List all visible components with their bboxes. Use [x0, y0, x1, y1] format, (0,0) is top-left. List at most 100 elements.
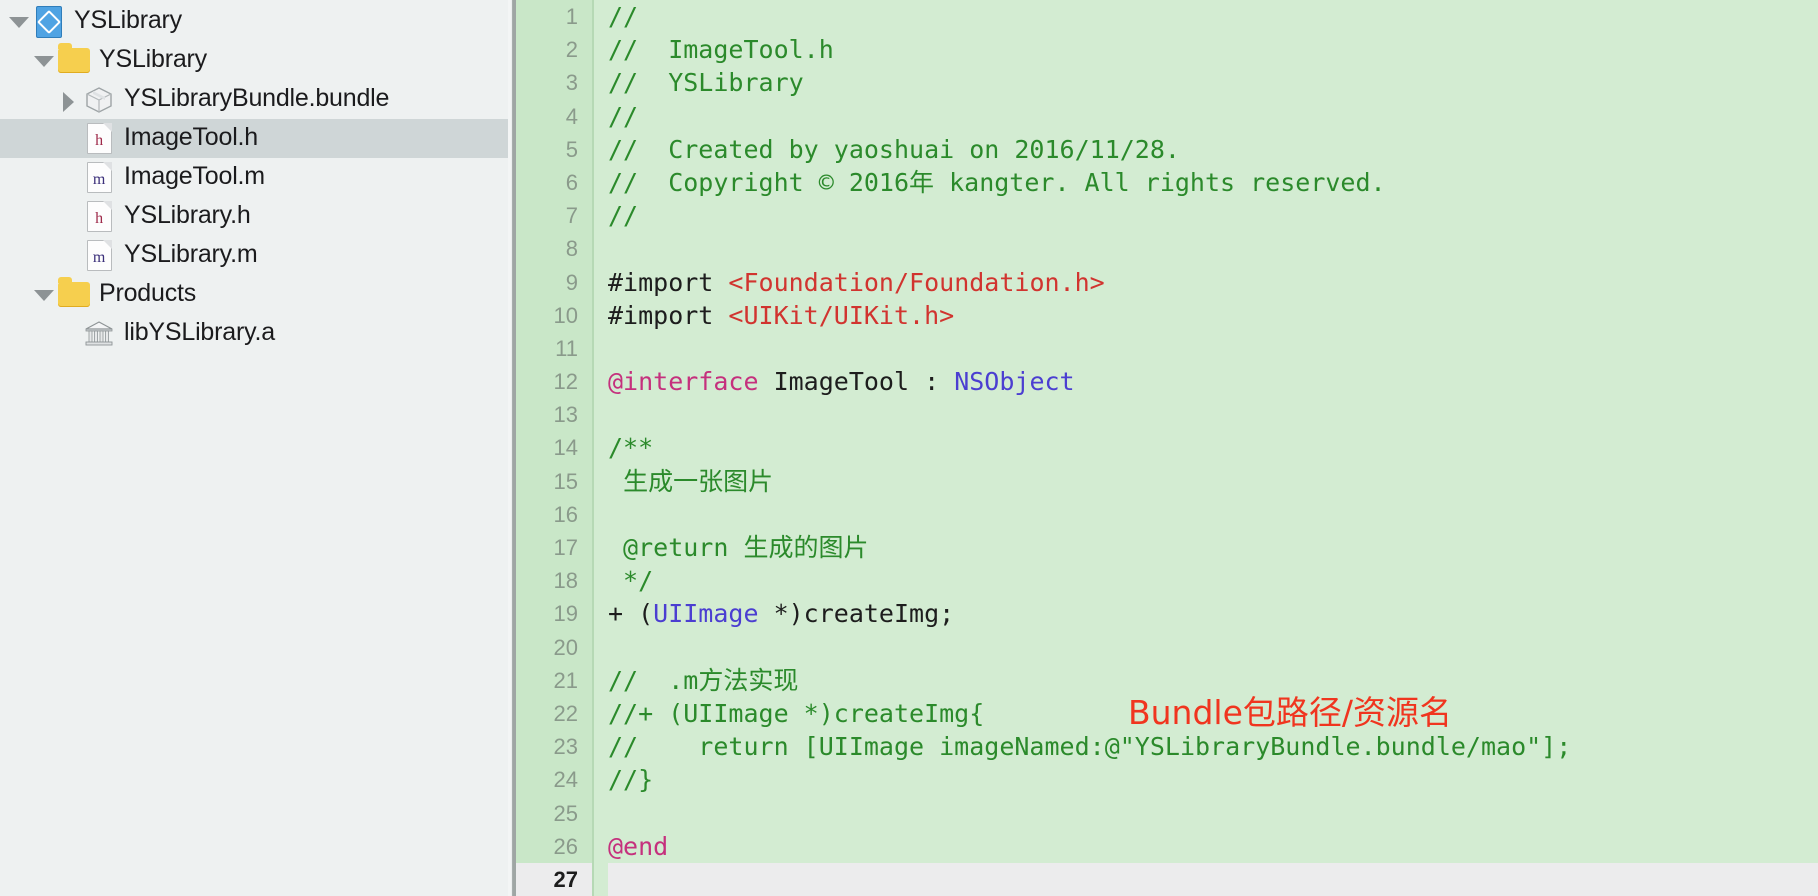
line-number: 22: [553, 700, 578, 726]
navigator-item-imagetool-h[interactable]: h ImageTool.h: [0, 119, 508, 158]
code-line[interactable]: // YSLibrary: [608, 66, 1818, 99]
bundle-icon: [82, 83, 116, 117]
navigator-item-label: ImageTool.h: [124, 123, 258, 151]
code-line[interactable]: // Copyright © 2016年 kangter. All rights…: [608, 166, 1818, 199]
code-line[interactable]: // Created by yaoshuai on 2016/11/28.: [608, 133, 1818, 166]
code-token-plain: + (: [608, 599, 654, 629]
navigator-item-yslibrary[interactable]: YSLibrary: [0, 41, 508, 80]
code-line[interactable]: // return [UIImage imageNamed:@"YSLibrar…: [608, 730, 1818, 763]
code-line[interactable]: //: [608, 199, 1818, 232]
line-number: 9: [565, 269, 578, 295]
disclosure-triangle-open-icon[interactable]: [31, 41, 57, 80]
line-number: 13: [553, 402, 578, 428]
file-extension-glyph: h: [95, 209, 103, 227]
line-number: 19: [553, 601, 578, 627]
navigator-item-yslibrary[interactable]: YSLibrary: [0, 2, 508, 41]
line-number: 2: [565, 37, 578, 63]
file-extension-glyph: m: [92, 170, 106, 188]
code-line[interactable]: 生成一张图片: [608, 465, 1818, 498]
code-line[interactable]: /**: [608, 431, 1818, 464]
code-line[interactable]: [608, 797, 1818, 830]
project-navigator[interactable]: YSLibrary YSLibrary YSLibraryBundle.bundle…: [0, 0, 508, 896]
code-line[interactable]: @return 生成的图片: [608, 531, 1818, 564]
code-token-comment: kangter. All rights reserved.: [934, 167, 1386, 197]
disclosure-triangle-open-icon[interactable]: [31, 275, 57, 314]
line-number: 5: [565, 136, 578, 162]
line-number: 15: [553, 468, 578, 494]
line-number: 6: [565, 169, 578, 195]
code-line[interactable]: #import <Foundation/Foundation.h>: [608, 266, 1818, 299]
code-token-comment: //}: [608, 765, 654, 795]
line-number: 17: [553, 535, 578, 560]
code-line[interactable]: [608, 332, 1818, 365]
navigator-item-imagetool-m[interactable]: m ImageTool.m: [0, 158, 508, 197]
line-number: 8: [565, 236, 578, 262]
code-token-comment: //: [608, 101, 639, 131]
file-extension-glyph: m: [92, 248, 106, 266]
code-token-plain: *)createImg;: [758, 599, 955, 629]
code-token-cjk: 生成一张图片: [623, 466, 774, 496]
code-token-plain: ImageTool :: [758, 367, 955, 397]
disclosure-triangle-closed-icon[interactable]: [56, 80, 82, 119]
navigator-item-libyslibrary-a[interactable]: libYSLibrary.a: [0, 314, 508, 353]
code-line[interactable]: // ImageTool.h: [608, 33, 1818, 66]
code-token-pre: #import: [608, 300, 729, 330]
code-line[interactable]: [608, 398, 1818, 431]
source-file-icon: m: [82, 161, 116, 195]
code-area[interactable]: //// ImageTool.h// YSLibrary//// Created…: [594, 0, 1818, 896]
code-line[interactable]: @interface ImageTool : NSObject: [608, 365, 1818, 398]
xcode-window: YSLibrary YSLibrary YSLibraryBundle.bundle…: [0, 0, 1818, 896]
navigator-item-products[interactable]: Products: [0, 275, 508, 314]
code-token-type: UIImage: [653, 599, 759, 629]
code-line[interactable]: [608, 862, 1818, 896]
code-line[interactable]: + (UIImage *)createImg;: [608, 597, 1818, 630]
line-number: 18: [553, 568, 578, 594]
header-file-icon: h: [82, 200, 116, 234]
code-line[interactable]: [608, 631, 1818, 664]
line-number: 11: [555, 335, 578, 361]
code-token-kw: @interface: [608, 367, 759, 397]
folder-icon: [57, 43, 91, 78]
source-file-icon: m: [82, 239, 116, 273]
navigator-item-yslibrarybundle-bundle[interactable]: YSLibraryBundle.bundle: [0, 80, 508, 119]
code-token-comment: // Created by yaoshuai on 2016/11/28.: [608, 134, 1180, 164]
navigator-item-label: YSLibrary.m: [124, 240, 258, 268]
code-token-pre: #import: [608, 267, 729, 297]
code-token-kw: @end: [608, 831, 669, 861]
code-token-comment: // return [UIImage imageNamed:@"YSLibrar…: [608, 732, 1572, 762]
code-line[interactable]: @end: [608, 830, 1818, 863]
line-number: 23: [553, 734, 578, 760]
navigator-item-yslibrary-m[interactable]: m YSLibrary.m: [0, 236, 508, 275]
navigator-item-yslibrary-h[interactable]: h YSLibrary.h: [0, 197, 508, 236]
code-line[interactable]: */: [608, 564, 1818, 597]
navigator-editor-divider[interactable]: [508, 0, 516, 896]
line-number: 12: [553, 369, 578, 395]
code-token-cjk: 方法实现: [698, 665, 799, 695]
code-line[interactable]: [608, 232, 1818, 265]
code-token-comment: // Copyright © 2016: [608, 167, 910, 197]
code-token-comment: //+ (UIImage *)createImg{: [608, 698, 985, 728]
code-token-comment: @return: [608, 533, 744, 562]
source-code-editor[interactable]: 1 2 3 4 5 6 7 8 9 10 11 12 13 14 15 16 17 18 19 20 21 22 23 24 2…: [516, 0, 1818, 896]
code-line[interactable]: #import <UIKit/UIKit.h>: [608, 299, 1818, 332]
navigator-item-label: YSLibraryBundle.bundle: [124, 84, 390, 112]
navigator-item-label: YSLibrary: [74, 6, 182, 34]
bundle-path-annotation: Bundle包路径/资源名: [1128, 693, 1453, 732]
navigator-item-label: YSLibrary: [99, 45, 207, 73]
header-file-icon: h: [82, 122, 116, 156]
disclosure-triangle-open-icon[interactable]: [6, 2, 32, 41]
code-line[interactable]: //}: [608, 763, 1818, 796]
code-token-comment: // .m: [608, 665, 699, 695]
code-token-comment: /**: [608, 433, 654, 463]
code-line[interactable]: //: [608, 0, 1818, 33]
line-number: 4: [565, 103, 578, 129]
code-line[interactable]: //: [608, 100, 1818, 133]
code-token-cjk: 年: [909, 167, 935, 197]
file-extension-glyph: h: [95, 131, 103, 149]
code-token-comment: [608, 467, 623, 496]
code-line[interactable]: [608, 498, 1818, 531]
